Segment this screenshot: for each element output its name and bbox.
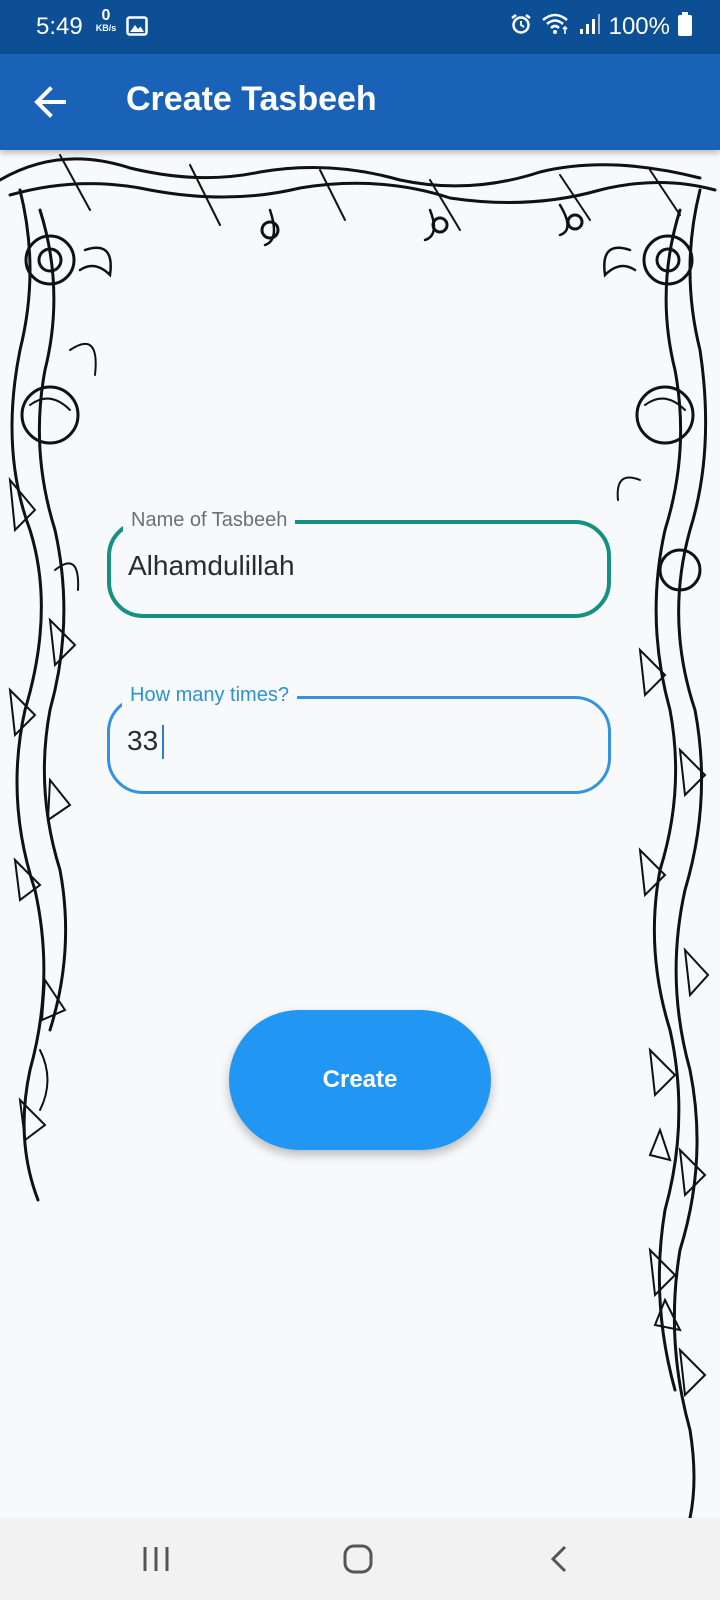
- back-button[interactable]: [26, 78, 74, 126]
- back-icon: [550, 1545, 567, 1573]
- network-speed-value: 0: [101, 7, 111, 24]
- recent-apps-icon: [143, 1547, 169, 1571]
- image-icon: [126, 15, 148, 42]
- home-icon: [343, 1544, 373, 1574]
- signal-icon: [579, 13, 601, 40]
- network-speed: 0 KB/s: [92, 8, 120, 33]
- times-field-label: How many times?: [122, 682, 297, 708]
- status-right-group: 100%: [509, 12, 692, 41]
- status-bar: 5:49 0 KB/s 100%: [0, 0, 720, 54]
- home-button[interactable]: [328, 1534, 388, 1584]
- network-speed-unit: KB/s: [95, 23, 117, 33]
- system-nav-bar: [0, 1518, 720, 1600]
- name-input[interactable]: [128, 550, 568, 582]
- recent-apps-button[interactable]: [126, 1534, 186, 1584]
- name-field[interactable]: Name of Tasbeeh: [107, 507, 611, 618]
- arrow-left-icon: [34, 86, 66, 118]
- status-time: 5:49: [36, 13, 83, 40]
- battery-icon: [678, 12, 692, 41]
- times-input[interactable]: [127, 725, 567, 757]
- vine-border-illustration: [0, 154, 717, 1518]
- alarm-icon: [509, 12, 533, 41]
- app-bar: Create Tasbeeh: [0, 54, 720, 150]
- page-title: Create Tasbeeh: [126, 80, 377, 118]
- times-field[interactable]: How many times?: [107, 682, 611, 794]
- text-cursor: [162, 725, 164, 759]
- name-field-label: Name of Tasbeeh: [123, 507, 296, 533]
- battery-percentage: 100%: [608, 12, 670, 40]
- back-nav-button[interactable]: [530, 1534, 590, 1584]
- wifi-icon: [541, 12, 571, 41]
- create-button[interactable]: Create: [229, 1010, 491, 1150]
